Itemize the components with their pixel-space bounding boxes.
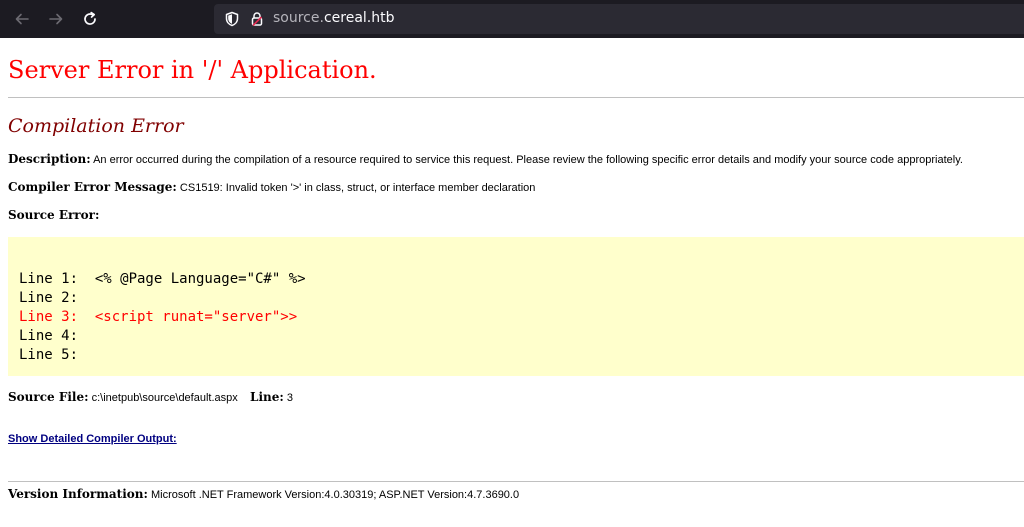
back-arrow-icon	[15, 13, 29, 25]
source-line-4: Line 4:	[19, 328, 79, 344]
url-text[interactable]: source.cereal.htb	[273, 10, 395, 26]
source-line-5: Line 5:	[19, 347, 79, 363]
source-file-value: c:\inetpub\source\default.aspx	[91, 392, 238, 404]
description-text: An error occurred during the compilation…	[93, 154, 963, 166]
forward-button[interactable]	[46, 9, 66, 29]
shield-icon[interactable]	[224, 11, 240, 27]
url-domain: cereal.htb	[323, 10, 395, 26]
source-line-3-error: Line 3: <script runat="server">>	[19, 309, 298, 325]
version-row: Version Information: Microsoft .NET Fram…	[8, 487, 519, 501]
version-label: Version Information:	[8, 487, 148, 501]
back-button[interactable]	[12, 9, 32, 29]
url-prefix: source.	[273, 10, 324, 26]
source-file-row: Source File: c:\inetpub\source\default.a…	[8, 390, 293, 404]
address-bar[interactable]: source.cereal.htb	[214, 4, 1024, 34]
version-text: Microsoft .NET Framework Version:4.0.303…	[151, 489, 520, 501]
error-subtitle: Compilation Error	[8, 115, 184, 137]
reload-icon	[84, 11, 96, 25]
source-error-label: Source Error:	[8, 208, 100, 222]
forward-arrow-icon	[49, 13, 63, 25]
source-code-box: Line 1: <% @Page Language="C#" %> Line 2…	[8, 237, 1024, 376]
description-row: Description: An error occurred during th…	[8, 152, 963, 166]
footer-divider	[8, 481, 1024, 482]
show-compiler-output-link[interactable]: Show Detailed Compiler Output:	[8, 433, 177, 445]
message-text: CS1519: Invalid token '>' in class, stru…	[179, 182, 536, 194]
error-page: Server Error in '/' Application. Compila…	[0, 38, 1024, 527]
message-label: Compiler Error Message:	[8, 180, 177, 194]
reload-button[interactable]	[80, 9, 100, 29]
line-value: 3	[286, 392, 293, 404]
source-line-1: Line 1: <% @Page Language="C#" %>	[19, 271, 306, 287]
description-label: Description:	[8, 152, 91, 166]
lock-icon[interactable]	[249, 11, 265, 27]
source-file-label: Source File:	[8, 390, 89, 404]
line-label: Line:	[250, 390, 284, 404]
source-line-2: Line 2:	[19, 290, 79, 306]
message-row: Compiler Error Message: CS1519: Invalid …	[8, 180, 535, 194]
title-divider	[8, 97, 1024, 98]
source-error-row: Source Error:	[8, 208, 99, 222]
browser-toolbar: source.cereal.htb	[0, 0, 1024, 38]
page-title: Server Error in '/' Application.	[8, 56, 377, 84]
